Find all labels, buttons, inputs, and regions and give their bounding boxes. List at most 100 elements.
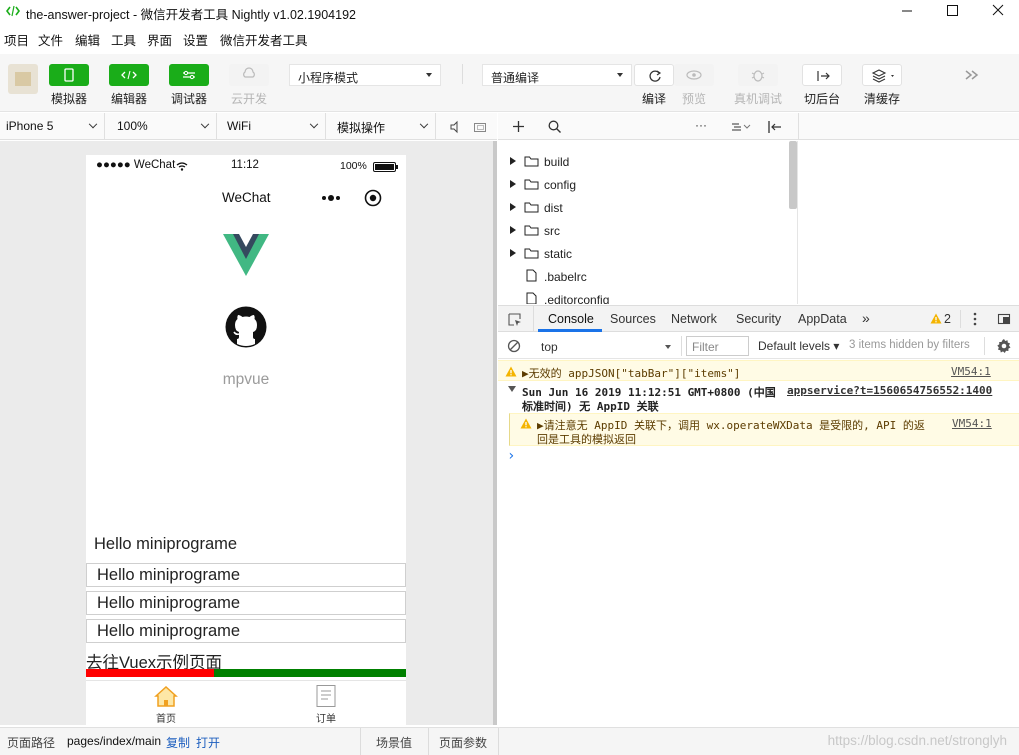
folder-build[interactable]: build bbox=[498, 150, 788, 172]
volume-icon[interactable] bbox=[449, 120, 461, 134]
menu-item-settings[interactable]: 设置 bbox=[183, 30, 208, 49]
tab-orders-label: 订单 bbox=[316, 714, 336, 725]
folder-config[interactable]: config bbox=[498, 173, 788, 195]
file-name: .babelrc bbox=[544, 270, 587, 284]
debugger-button[interactable] bbox=[169, 64, 209, 86]
open-link[interactable]: 打开 bbox=[196, 734, 220, 751]
divider bbox=[360, 728, 361, 755]
file-babelrc[interactable]: .babelrc bbox=[498, 265, 788, 287]
filter-input[interactable]: Filter bbox=[686, 336, 749, 356]
tab-security[interactable]: Security bbox=[736, 312, 781, 326]
page-path-label: 页面路径 bbox=[7, 736, 56, 750]
console-group[interactable]: Sun Jun 16 2019 11:12:51 GMT+0800 (中国 ap… bbox=[498, 382, 1019, 413]
dock-icon[interactable] bbox=[997, 313, 1011, 325]
tab-orders[interactable]: 订单 bbox=[246, 681, 406, 725]
inspect-icon[interactable] bbox=[507, 312, 523, 328]
divider bbox=[798, 113, 799, 140]
compile-mode-select[interactable]: 普通编译 bbox=[482, 64, 632, 86]
divider bbox=[681, 336, 682, 356]
console-message[interactable]: ▶无效的 appJSON["tabBar"]["items"] bbox=[522, 365, 740, 381]
capsule-more-icon[interactable] bbox=[319, 189, 345, 205]
file-tree-scrollbar[interactable] bbox=[789, 141, 797, 209]
folder-static[interactable]: static bbox=[498, 242, 788, 264]
more-icon[interactable]: ··· bbox=[695, 118, 707, 132]
menu-item-edit[interactable]: 编辑 bbox=[75, 30, 100, 49]
prompt-icon: › bbox=[507, 448, 516, 464]
tab-console[interactable]: Console bbox=[548, 312, 594, 326]
collapse-icon[interactable] bbox=[730, 121, 752, 133]
hello-input[interactable]: Hello miniprograme bbox=[86, 563, 406, 587]
carrier: ●●●●● WeChat bbox=[96, 159, 176, 171]
file-editorconfig[interactable]: .editorconfig bbox=[498, 288, 788, 304]
window-icon[interactable] bbox=[473, 121, 487, 133]
more-toolbar-icon[interactable] bbox=[962, 68, 982, 82]
source-link[interactable]: appservice?t=1560654756552:1400 bbox=[787, 384, 992, 397]
menu-item-interface[interactable]: 界面 bbox=[147, 30, 172, 49]
file-toolbar: ··· bbox=[498, 113, 1019, 140]
progress-bar-fill bbox=[86, 669, 214, 677]
debugger-label: 调试器 bbox=[170, 92, 207, 106]
file-icon bbox=[526, 292, 537, 304]
tab-network[interactable]: Network bbox=[671, 312, 717, 326]
page-params-button[interactable]: 页面参数 bbox=[439, 734, 487, 751]
kebab-menu-icon[interactable] bbox=[973, 312, 977, 326]
search-icon[interactable] bbox=[548, 120, 562, 134]
preview-button[interactable] bbox=[674, 64, 714, 86]
avatar[interactable] bbox=[8, 64, 38, 94]
context-select[interactable]: top bbox=[532, 336, 676, 356]
console-toolbar: top Filter Default levels ▾ 3 items hidd… bbox=[498, 333, 1019, 359]
simulator-scrollbar[interactable] bbox=[493, 141, 497, 725]
tab-appdata[interactable]: AppData bbox=[798, 312, 847, 326]
simulator-button[interactable] bbox=[49, 64, 89, 86]
network-select[interactable]: WiFi bbox=[221, 113, 326, 140]
divider bbox=[533, 306, 534, 332]
mode-select[interactable]: 小程序模式 bbox=[289, 64, 441, 86]
scene-value-button[interactable]: 场景值 bbox=[376, 734, 412, 751]
folder-icon bbox=[524, 178, 539, 190]
add-icon[interactable] bbox=[512, 120, 525, 133]
minimize-button[interactable] bbox=[884, 0, 930, 24]
operation-select[interactable]: 模拟操作 bbox=[331, 113, 436, 140]
zoom-select[interactable]: 100% bbox=[111, 113, 217, 140]
capsule-close-icon[interactable] bbox=[364, 189, 382, 207]
source-link[interactable]: VM54:1 bbox=[952, 417, 992, 430]
background-label: 切后台 bbox=[803, 92, 840, 106]
more-tabs-icon[interactable]: » bbox=[862, 310, 870, 326]
settings-gear-icon[interactable] bbox=[996, 338, 1012, 354]
device-select[interactable]: iPhone 5 bbox=[0, 113, 105, 140]
folder-icon bbox=[524, 224, 539, 236]
cloud-button[interactable] bbox=[229, 64, 269, 86]
source-link[interactable]: VM54:1 bbox=[951, 365, 991, 378]
filter-placeholder: Filter bbox=[692, 340, 719, 354]
console-prompt[interactable]: › bbox=[498, 448, 1019, 466]
remote-debug-button[interactable] bbox=[738, 64, 778, 86]
menu-item-wechat-devtools[interactable]: 微信开发者工具 bbox=[220, 30, 308, 49]
warning-count[interactable]: 2 bbox=[944, 312, 951, 326]
hello-input[interactable]: Hello miniprograme bbox=[86, 591, 406, 615]
collapse-arrow-icon[interactable] bbox=[508, 386, 516, 392]
copy-link[interactable]: 复制 bbox=[166, 734, 190, 751]
battery-icon bbox=[373, 162, 399, 172]
menu-item-project[interactable]: 项目 bbox=[4, 30, 29, 49]
editor-button[interactable] bbox=[109, 64, 149, 86]
default-levels-select[interactable]: Default levels ▾ bbox=[758, 339, 839, 353]
clear-cache-button[interactable] bbox=[862, 64, 902, 86]
compile-button[interactable] bbox=[634, 64, 674, 86]
folder-name: static bbox=[544, 247, 573, 261]
close-button[interactable] bbox=[975, 0, 1019, 24]
home-icon bbox=[154, 685, 178, 707]
maximize-button[interactable] bbox=[930, 0, 976, 24]
tab-sources[interactable]: Sources bbox=[610, 312, 656, 326]
split-icon[interactable] bbox=[767, 120, 783, 134]
menu-item-file[interactable]: 文件 bbox=[38, 30, 63, 49]
folder-name: build bbox=[544, 155, 570, 169]
hello-input[interactable]: Hello miniprograme bbox=[86, 619, 406, 643]
folder-src[interactable]: src bbox=[498, 219, 788, 241]
tab-home[interactable]: 首页 bbox=[86, 681, 246, 725]
clear-cache-label: 清缓存 bbox=[863, 92, 900, 106]
folder-dist[interactable]: dist bbox=[498, 196, 788, 218]
menu-item-tools[interactable]: 工具 bbox=[111, 30, 136, 49]
clear-console-icon[interactable] bbox=[507, 339, 521, 353]
code-icon bbox=[6, 5, 20, 17]
background-button[interactable] bbox=[802, 64, 842, 86]
